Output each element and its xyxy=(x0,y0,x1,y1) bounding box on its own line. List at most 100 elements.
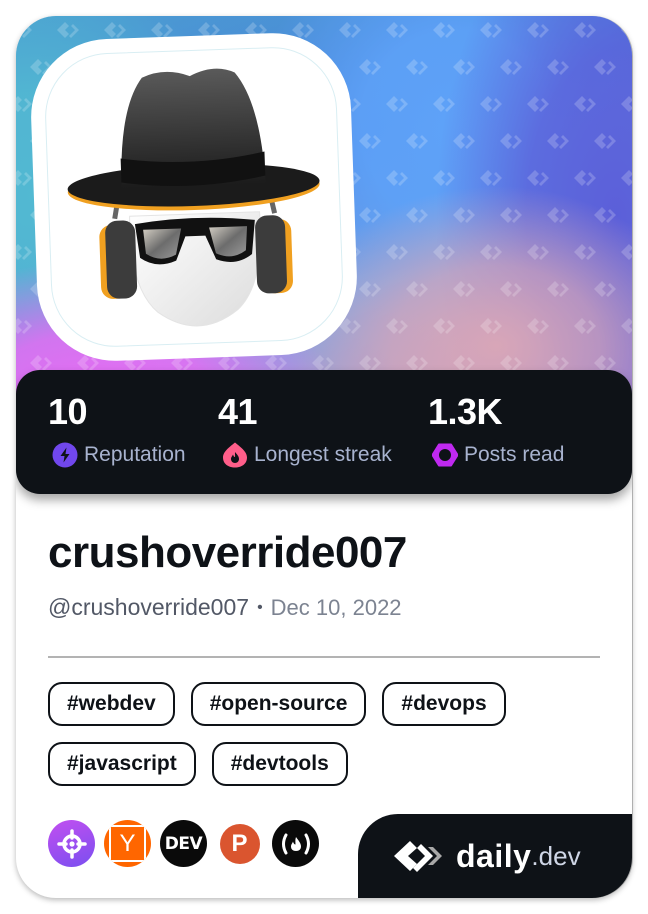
daily-dev-logo-icon xyxy=(394,841,442,872)
incognito-avatar-icon xyxy=(67,68,320,327)
pattern-logo-icon xyxy=(547,355,569,371)
pattern-logo-icon xyxy=(406,207,428,223)
tag-javascript[interactable]: #javascript xyxy=(48,742,196,786)
pattern-logo-icon xyxy=(500,281,522,297)
crosshair-icon xyxy=(56,828,87,859)
pattern-logo-icon xyxy=(574,244,596,260)
pattern-logo-icon xyxy=(453,59,475,75)
reputation-value: 10 xyxy=(48,391,88,432)
lightning-bolt-icon xyxy=(52,442,78,468)
stat-posts-read: 1.3K Posts read xyxy=(428,391,564,467)
separator-dot: • xyxy=(257,599,263,616)
pattern-logo-icon xyxy=(386,244,408,260)
tag-webdev[interactable]: #webdev xyxy=(48,682,175,726)
pattern-logo-icon xyxy=(16,318,32,334)
tag-row: #javascript #devtools xyxy=(48,742,608,786)
pattern-logo-icon xyxy=(312,355,334,371)
source-crosshair[interactable] xyxy=(48,820,95,867)
tag-devtools[interactable]: #devtools xyxy=(211,742,348,786)
pattern-logo-icon xyxy=(527,318,549,334)
pattern-logo-icon xyxy=(453,355,475,371)
pattern-logo-icon xyxy=(359,355,381,371)
pattern-logo-icon xyxy=(594,133,616,149)
pattern-logo-icon xyxy=(359,281,381,297)
tag-list: #webdev #open-source #devops #javascript… xyxy=(48,682,608,802)
pattern-logo-icon xyxy=(453,207,475,223)
avatar[interactable] xyxy=(28,30,360,364)
source-product-hunt[interactable]: P xyxy=(216,820,263,867)
source-freecodecamp[interactable] xyxy=(272,820,319,867)
pattern-logo-icon xyxy=(359,59,381,75)
pattern-logo-icon xyxy=(480,22,502,38)
pattern-logo-icon xyxy=(218,355,240,371)
eye-ring-icon xyxy=(432,443,458,467)
pattern-logo-icon xyxy=(406,355,428,371)
tag-devops[interactable]: #devops xyxy=(382,682,506,726)
pattern-logo-icon xyxy=(621,96,632,112)
pattern-logo-icon xyxy=(527,170,549,186)
display-name: crushoverride007 xyxy=(48,528,407,577)
pattern-logo-icon xyxy=(480,244,502,260)
fcc-flame-icon xyxy=(281,833,310,854)
pattern-logo-icon xyxy=(480,170,502,186)
pattern-logo-icon xyxy=(594,59,616,75)
tag-open-source[interactable]: #open-source xyxy=(190,682,367,726)
pattern-logo-icon xyxy=(594,281,616,297)
profile-meta: @crushoverride007 • Dec 10, 2022 xyxy=(48,594,402,621)
pattern-logo-icon xyxy=(406,281,428,297)
pattern-logo-icon xyxy=(574,22,596,38)
joined-date: Dec 10, 2022 xyxy=(270,595,402,620)
pattern-logo-icon xyxy=(527,96,549,112)
pattern-logo-icon xyxy=(386,170,408,186)
pattern-logo-icon xyxy=(547,59,569,75)
dev-logo-icon: DEV xyxy=(164,833,203,854)
pattern-logo-icon xyxy=(406,133,428,149)
pattern-logo-icon xyxy=(453,281,475,297)
pattern-logo-icon xyxy=(104,22,126,38)
pattern-logo-icon xyxy=(547,207,569,223)
posts-read-value: 1.3K xyxy=(428,391,503,432)
pattern-logo-icon xyxy=(527,244,549,260)
pattern-logo-icon xyxy=(621,170,632,186)
flame-icon xyxy=(223,442,247,468)
pattern-logo-icon xyxy=(621,244,632,260)
pattern-logo-icon xyxy=(480,96,502,112)
stats-bar: 10 Reputation 41 Longest streak 1.3K Pos… xyxy=(16,370,632,494)
pattern-logo-icon xyxy=(433,170,455,186)
pattern-logo-icon xyxy=(480,318,502,334)
pattern-logo-icon xyxy=(594,207,616,223)
pattern-logo-icon xyxy=(57,22,79,38)
divider xyxy=(48,656,600,658)
streak-value: 41 xyxy=(218,391,258,432)
pattern-logo-icon xyxy=(359,207,381,223)
pattern-logo-icon xyxy=(574,96,596,112)
pattern-logo-icon xyxy=(433,244,455,260)
pattern-logo-icon xyxy=(16,22,32,38)
pattern-logo-icon xyxy=(386,318,408,334)
pattern-logo-icon xyxy=(433,96,455,112)
pattern-logo-icon xyxy=(16,244,32,260)
reputation-label: Reputation xyxy=(84,443,186,466)
pattern-logo-icon xyxy=(547,281,569,297)
pattern-logo-icon xyxy=(16,170,32,186)
pattern-logo-icon xyxy=(265,355,287,371)
favorite-sources: Y DEV P xyxy=(48,820,319,867)
pattern-logo-icon xyxy=(453,133,475,149)
pattern-logo-icon xyxy=(574,318,596,334)
source-hacker-news[interactable]: Y xyxy=(104,820,151,867)
posts-read-label: Posts read xyxy=(464,443,565,466)
profile-card: 10 Reputation 41 Longest streak 1.3K Pos… xyxy=(16,16,632,898)
username-handle[interactable]: @crushoverride007 xyxy=(48,594,249,621)
brand-word: daily xyxy=(456,837,532,874)
source-dev-to[interactable]: DEV xyxy=(160,820,207,867)
pattern-logo-icon xyxy=(500,207,522,223)
pattern-logo-icon xyxy=(527,22,549,38)
pattern-logo-icon xyxy=(500,59,522,75)
streak-label: Longest streak xyxy=(254,443,392,466)
pattern-logo-icon xyxy=(386,22,408,38)
profile-cover xyxy=(16,16,632,406)
daily-dev-brand[interactable]: daily .dev xyxy=(358,814,632,898)
brand-tld: .dev xyxy=(531,840,581,871)
p-letter-icon: P xyxy=(231,829,248,857)
pattern-logo-icon xyxy=(500,355,522,371)
